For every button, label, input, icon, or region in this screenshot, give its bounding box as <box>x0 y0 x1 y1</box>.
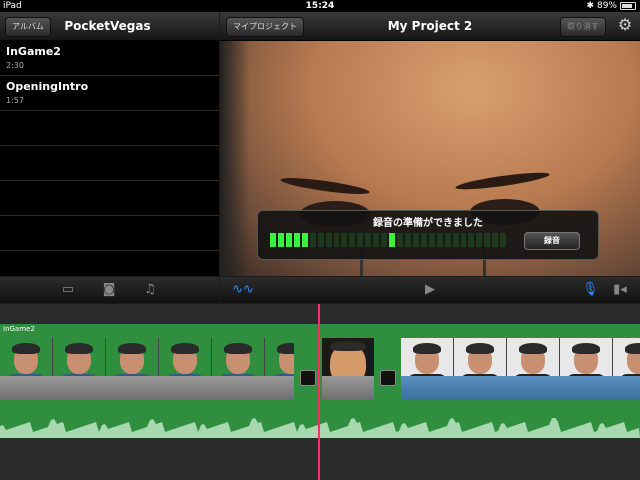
meter-segment <box>436 233 443 247</box>
meter-segment <box>341 233 348 247</box>
meter-segment <box>373 233 380 247</box>
mic-icon[interactable]: 🎙 <box>582 283 599 297</box>
meter-segment <box>349 233 356 247</box>
list-item[interactable]: InGame2 2:30 <box>0 41 219 76</box>
frame-figure <box>277 343 294 354</box>
audio-waveform <box>0 418 640 438</box>
camcorder-icon[interactable]: ▮◂ <box>610 283 630 297</box>
status-bar: iPad 15:24 ✱ 89% <box>0 0 640 12</box>
frame-figure <box>572 343 600 354</box>
empty-row <box>0 181 219 216</box>
meter-segment <box>476 233 483 247</box>
recording-status-message: 録音の準備ができました <box>373 218 483 229</box>
music-icon[interactable]: ♫ <box>142 283 158 297</box>
meter-segment <box>381 233 388 247</box>
meter-segment <box>397 233 403 247</box>
bluetooth-icon: ✱ <box>586 1 594 11</box>
battery-area: ✱ 89% <box>586 0 636 12</box>
preview-image-detail <box>454 169 551 193</box>
meter-segment <box>357 233 364 247</box>
meter-segment <box>484 233 491 247</box>
battery-percent: 89% <box>596 1 617 11</box>
playback-toolbar: ∿∿ ▶ 🎙 ▮◂ <box>220 277 640 303</box>
list-item[interactable]: OpeningIntro 1:57 <box>0 76 219 111</box>
empty-row <box>0 146 219 181</box>
media-browser-header: アルバム PocketVegas <box>0 12 219 41</box>
frame-figure <box>65 343 93 354</box>
clip-name: InGame2 <box>6 45 61 58</box>
video-icon[interactable]: ▭ <box>60 283 76 297</box>
battery-icon <box>620 2 636 10</box>
playhead[interactable] <box>318 304 320 480</box>
frame-figure <box>171 343 199 354</box>
meter-segment <box>444 233 451 247</box>
preview-image-detail <box>279 174 371 198</box>
meter-segment <box>412 233 419 247</box>
meter-segment <box>301 233 308 247</box>
meter-segment <box>270 233 276 247</box>
frame-figure <box>12 343 40 354</box>
meter-segment <box>293 233 300 247</box>
play-icon[interactable]: ▶ <box>422 283 438 297</box>
waveform-shape <box>0 418 640 438</box>
my-projects-button[interactable]: マイプロジェクト <box>226 17 304 37</box>
transition-icon[interactable] <box>380 370 396 386</box>
clip-audio-bar <box>0 376 294 400</box>
meter-segment <box>468 233 475 247</box>
frame-figure <box>625 343 640 354</box>
waveform-icon[interactable]: ∿∿ <box>232 283 254 297</box>
clip-list: InGame2 2:30 OpeningIntro 1:57 <box>0 41 219 276</box>
clip-audio-bar <box>322 376 374 400</box>
record-button[interactable]: 録音 <box>524 232 580 250</box>
project-title: My Project 2 <box>387 19 473 33</box>
meter-segment <box>325 233 332 247</box>
clock: 15:24 <box>305 1 335 11</box>
undo-button[interactable]: 取り消す <box>560 17 606 37</box>
audio-level-meter <box>270 233 507 247</box>
meter-segment <box>404 233 411 247</box>
meter-segment <box>389 233 395 247</box>
meter-segment <box>452 233 459 247</box>
meter-segment <box>492 233 499 247</box>
albums-back-button[interactable]: アルバム <box>5 17 51 37</box>
video-track[interactable]: InGame2 <box>0 324 640 438</box>
empty-row <box>0 216 219 251</box>
clip-duration: 2:30 <box>6 61 24 70</box>
frame-figure <box>413 343 441 354</box>
recording-panel: 録音の準備ができました 録音 <box>257 210 599 260</box>
frame-figure <box>519 343 547 354</box>
meter-segment <box>285 233 292 247</box>
meter-segment <box>428 233 435 247</box>
album-title: PocketVegas <box>64 19 151 33</box>
clip-duration: 1:57 <box>6 96 24 105</box>
media-type-toolbar: ▭ ◙ ♫ <box>0 277 219 303</box>
clip-audio-bar <box>401 376 640 400</box>
meter-segment <box>309 233 316 247</box>
preview-image-detail <box>220 41 250 276</box>
frame-figure <box>466 343 494 354</box>
meter-segment <box>333 233 340 247</box>
meter-segment <box>420 233 427 247</box>
meter-segment <box>365 233 372 247</box>
meter-segment <box>317 233 324 247</box>
meter-segment <box>500 233 507 247</box>
meter-segment <box>460 233 467 247</box>
frame-figure <box>224 343 252 354</box>
frame-figure <box>330 341 366 351</box>
transition-icon[interactable] <box>300 370 316 386</box>
camera-icon[interactable]: ◙ <box>101 283 117 297</box>
empty-row <box>0 111 219 146</box>
frame-figure <box>118 343 146 354</box>
gear-icon[interactable]: ⚙ <box>616 16 634 34</box>
meter-segment <box>277 233 284 247</box>
clip-name: OpeningIntro <box>6 80 89 93</box>
track-label: InGame2 <box>3 325 35 333</box>
project-header: マイプロジェクト My Project 2 取り消す ⚙ <box>220 12 640 41</box>
